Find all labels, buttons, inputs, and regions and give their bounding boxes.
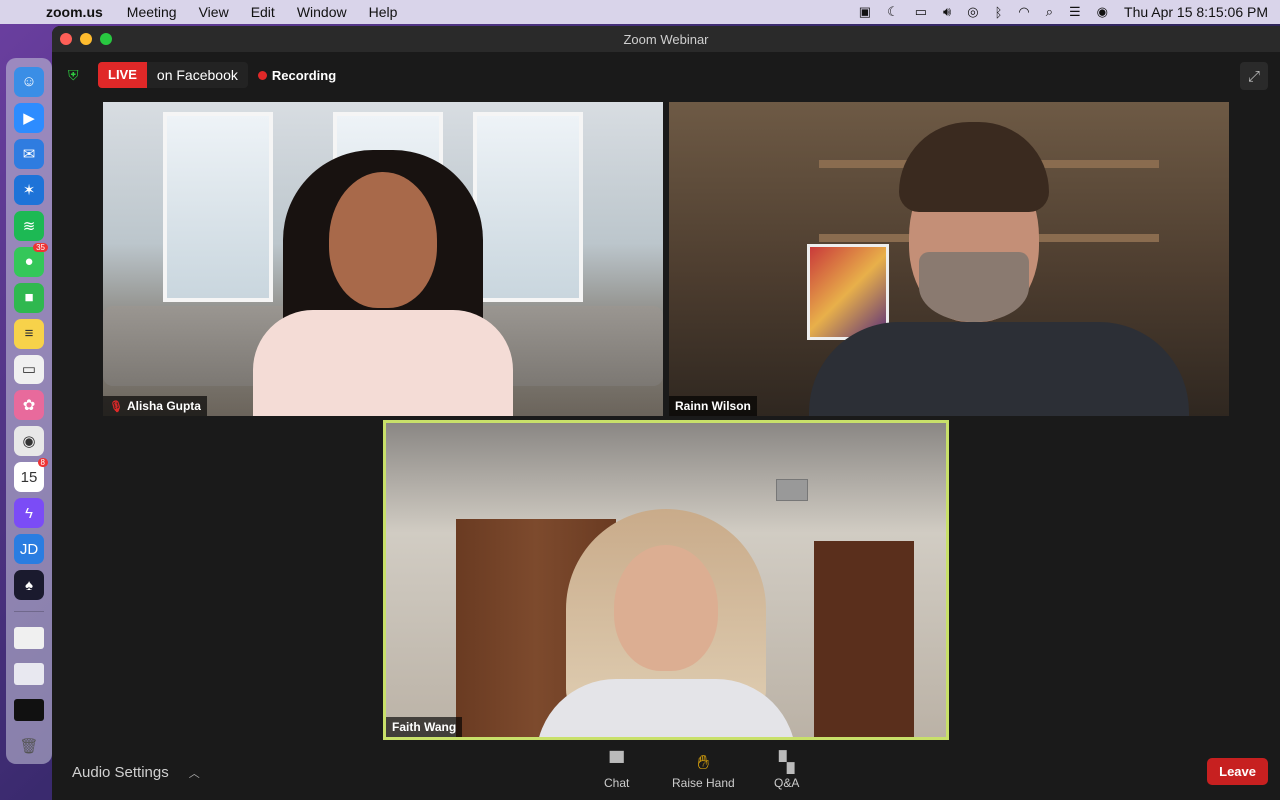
participant-video [536, 509, 796, 737]
video-tile-faith-wang[interactable]: Faith Wang [383, 420, 949, 740]
spotify-icon[interactable]: ≋ [14, 210, 44, 241]
chrome-icon[interactable]: ◉ [14, 426, 44, 457]
control-center-icon[interactable]: ☰ [1069, 4, 1081, 20]
participant-name: Faith Wang [392, 720, 457, 734]
menu-bar: zoom.us Meeting View Edit Window Help ▣ … [0, 0, 1280, 24]
battery-icon[interactable]: ▭ [915, 4, 927, 20]
participant-name-tag: 🎙︎ Alisha Gupta [103, 396, 207, 416]
minimized-window-icon[interactable] [14, 698, 44, 721]
video-tile-alisha-gupta[interactable]: 🎙︎ Alisha Gupta [103, 102, 663, 416]
qa-icon: ▚ [778, 752, 795, 774]
chat-button[interactable]: ▀ Chat [604, 750, 629, 790]
zoom-icon[interactable]: ▣ [859, 4, 871, 20]
menu-edit[interactable]: Edit [251, 4, 275, 20]
dock: ☺ ▶ ✉ ✶ ≋ ● 35 ■ ≡ ▭ ✿ ◉ 15 8 ϟ JD ♠ 🗑︎ [6, 58, 52, 764]
menubar-clock[interactable]: Thu Apr 15 8:15:06 PM [1124, 4, 1268, 20]
zoom-icon[interactable]: ▶ [14, 102, 44, 133]
window-title: Zoom Webinar [623, 31, 709, 47]
leave-button[interactable]: Leave [1207, 758, 1268, 785]
mail-icon[interactable]: ✉ [14, 138, 44, 169]
messages-icon[interactable]: ● 35 [14, 242, 48, 277]
audio-settings-label: Audio Settings [72, 764, 169, 781]
raise-hand-button[interactable]: ✋︎ Raise Hand [672, 750, 735, 790]
participant-video [253, 150, 513, 416]
recording-label: Recording [271, 67, 337, 83]
facetime-icon[interactable]: ■ [14, 282, 44, 313]
user-icon[interactable]: ◎ [967, 4, 978, 20]
participant-video [809, 122, 1189, 416]
finder-icon[interactable]: ☺ [14, 67, 44, 97]
audio-settings-button[interactable]: Audio Settings ︿ [72, 764, 200, 781]
expand-icon: ⤢ [1247, 67, 1260, 85]
stickies-icon[interactable]: ▭ [14, 354, 44, 385]
participant-name-tag: Rainn Wilson [669, 396, 757, 416]
just-dance-icon[interactable]: JD [14, 534, 44, 565]
qa-label: Q&A [774, 776, 800, 790]
title-bar: Zoom Webinar [52, 26, 1280, 52]
menu-meeting[interactable]: Meeting [127, 4, 177, 20]
recording-indicator[interactable]: Recording [257, 67, 337, 83]
participant-name: Alisha Gupta [126, 399, 201, 413]
live-badge: LIVE [98, 62, 147, 88]
app-menu[interactable]: zoom.us [46, 4, 103, 20]
vent-background [776, 479, 808, 501]
wifi-icon[interactable]: ◠ [1018, 4, 1029, 20]
menu-window[interactable]: Window [297, 4, 347, 20]
raise-hand-label: Raise Hand [672, 776, 735, 790]
recording-dot-icon [257, 70, 267, 80]
app-icon[interactable]: ♠ [14, 570, 44, 601]
window-background [163, 112, 273, 302]
zoom-window: Zoom Webinar ⛨ LIVE on Facebook Recordin… [52, 26, 1280, 800]
messenger-icon[interactable]: ϟ [14, 498, 44, 529]
door-background [814, 541, 914, 737]
live-destination: on Facebook [156, 67, 238, 83]
safari-icon[interactable]: ✶ [14, 174, 44, 205]
menu-help[interactable]: Help [369, 4, 398, 20]
menu-view[interactable]: View [199, 4, 229, 20]
minimized-window-icon[interactable] [14, 663, 44, 685]
meeting-toolbar: Audio Settings ︿ ▀ Chat ✋︎ Raise Hand ▚ … [52, 746, 1280, 800]
siri-icon[interactable]: ◉ [1097, 4, 1108, 20]
hand-icon: ✋︎ [697, 752, 710, 774]
search-icon[interactable]: ⌕ [1046, 4, 1053, 20]
qa-button[interactable]: ▚ Q&A [774, 750, 799, 790]
volume-icon[interactable]: 🔊︎ [943, 4, 951, 20]
moon-icon[interactable]: ☾ [887, 4, 899, 20]
muted-mic-icon: 🎙︎ [109, 400, 123, 413]
chevron-up-icon[interactable]: ︿ [189, 765, 200, 781]
dock-separator [14, 611, 44, 613]
fullscreen-button[interactable]: ⤢ [1240, 62, 1268, 90]
calendar-icon[interactable]: 15 8 [14, 458, 48, 493]
notes-icon[interactable]: ≡ [14, 318, 44, 349]
chat-icon: ▀ [609, 752, 624, 774]
trash-icon[interactable]: 🗑︎ [14, 731, 44, 761]
participant-name-tag: Faith Wang [386, 717, 463, 737]
minimized-window-icon[interactable] [14, 627, 44, 650]
window-background [473, 112, 583, 302]
live-stream-indicator[interactable]: LIVE on Facebook [98, 62, 248, 88]
shield-icon[interactable]: ⛨ [68, 67, 88, 84]
chat-label: Chat [604, 776, 630, 790]
notification-badge: 8 [37, 458, 48, 468]
bluetooth-icon[interactable]: ᛒ [995, 5, 1003, 20]
photos-icon[interactable]: ✿ [14, 390, 44, 421]
video-tile-rainn-wilson[interactable]: Rainn Wilson [669, 102, 1229, 416]
participant-name: Rainn Wilson [675, 399, 751, 413]
notification-badge: 35 [33, 242, 48, 252]
